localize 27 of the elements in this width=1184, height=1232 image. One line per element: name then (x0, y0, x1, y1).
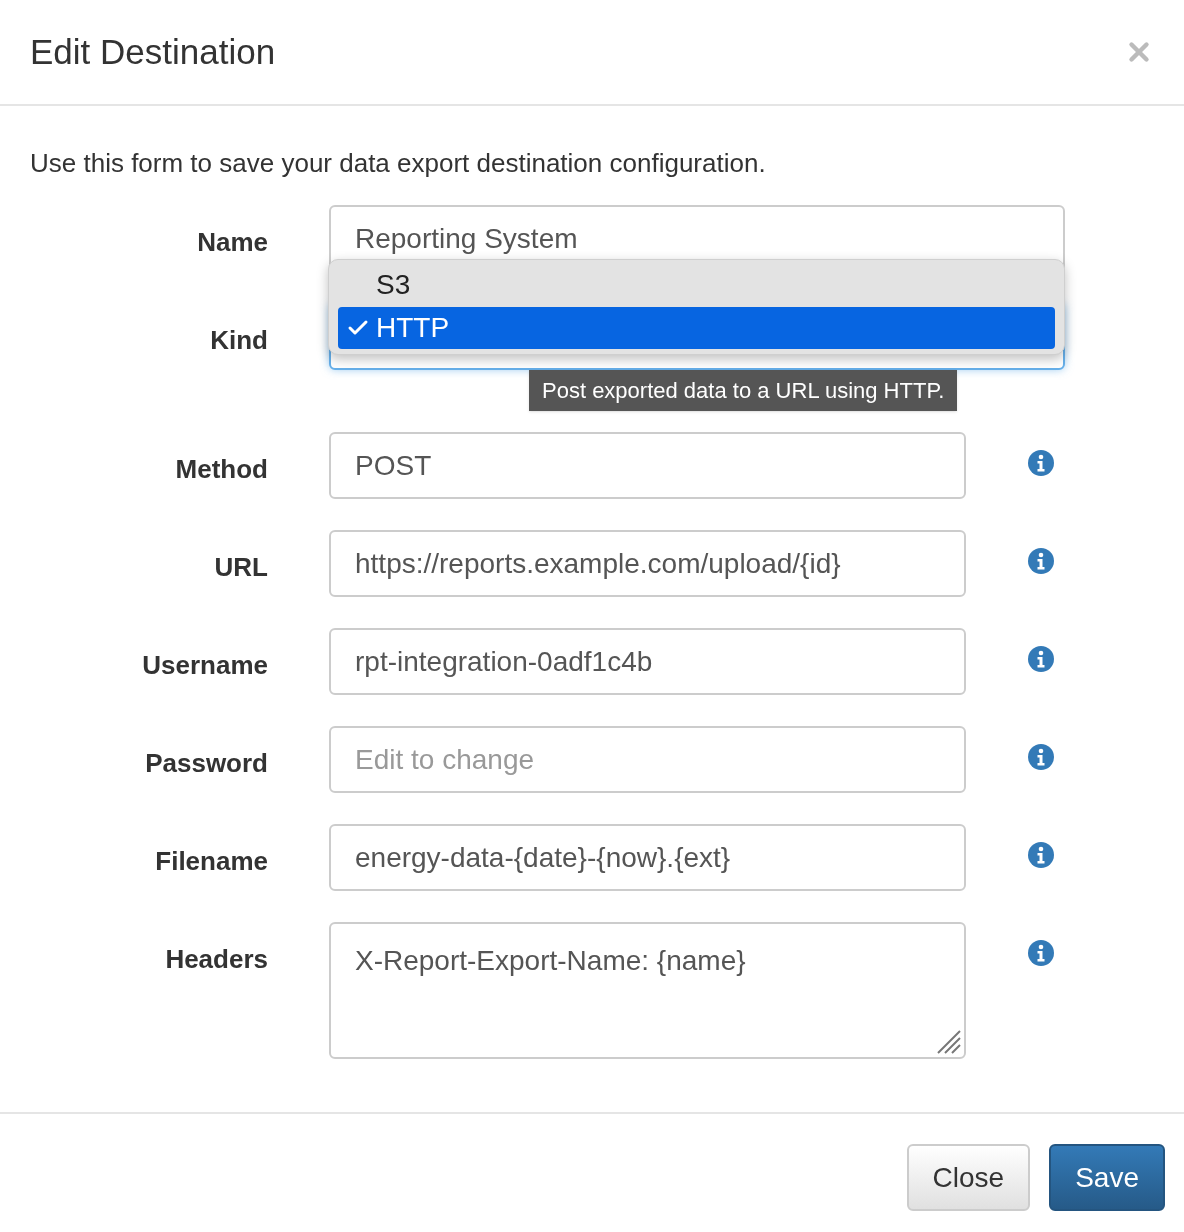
field-label: Password (144, 747, 268, 780)
info-icon[interactable] (1028, 450, 1054, 476)
info-icon[interactable] (1028, 548, 1054, 574)
text-field[interactable]: POST (329, 432, 966, 499)
text-area[interactable]: X-Report-Export-Name: {name} (329, 922, 966, 1059)
resize-grip-icon[interactable] (936, 1029, 962, 1055)
info-icon[interactable] (1028, 940, 1054, 966)
text-field[interactable]: energy-data-{date}-{now}.{ext} (329, 824, 966, 891)
save-button[interactable]: Save (1049, 1144, 1165, 1211)
text-field[interactable]: https://reports.example.com/upload/{id} (329, 530, 966, 597)
field-label: Name (196, 226, 268, 259)
dialog-title: Edit Destination (30, 30, 276, 73)
text-field[interactable]: rpt-integration-0adf1c4b (329, 628, 966, 695)
intro-text: Use this form to save your data export destination configuration. (30, 147, 767, 180)
info-icon[interactable] (1028, 842, 1054, 868)
field-label: Method (174, 453, 268, 486)
field-label: Kind (209, 324, 268, 357)
field-label: Filename (154, 845, 268, 878)
field-label: URL (213, 551, 268, 584)
info-icon[interactable] (1028, 646, 1054, 672)
close-button[interactable]: Close (906, 1144, 1031, 1211)
tooltip: Post exported data to a URL using HTTP. (529, 370, 958, 411)
field-label: Username (141, 649, 268, 682)
dropdown-option[interactable]: HTTP (338, 307, 1055, 349)
field-label: Headers (164, 943, 268, 976)
info-icon[interactable] (1028, 744, 1054, 770)
text-field[interactable]: Edit to change (329, 726, 966, 793)
